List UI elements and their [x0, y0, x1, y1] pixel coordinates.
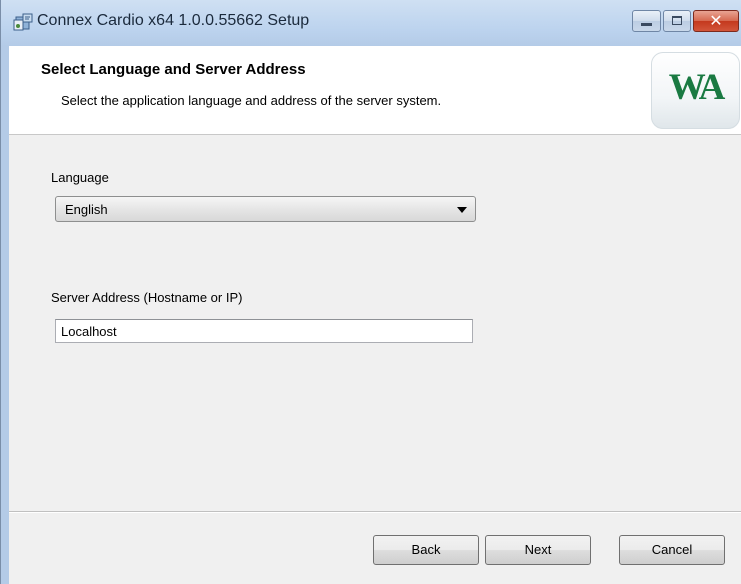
server-address-input[interactable]	[55, 319, 473, 343]
window-title: Connex Cardio x64 1.0.0.55662 Setup	[37, 12, 310, 29]
minimize-button[interactable]	[632, 10, 661, 32]
wizard-footer: Back Next Cancel	[9, 512, 741, 584]
logo-text: WA	[668, 67, 726, 108]
title-bar[interactable]: Connex Cardio x64 1.0.0.55662 Setup ✕	[1, 0, 741, 46]
minimize-icon	[641, 23, 652, 26]
page-title: Select Language and Server Address	[41, 61, 306, 78]
company-logo: WA	[651, 52, 740, 129]
language-label: Language	[51, 170, 109, 185]
maximize-icon	[672, 16, 682, 25]
close-icon: ✕	[709, 11, 723, 30]
back-button[interactable]: Back	[373, 535, 479, 565]
language-select[interactable]: English	[55, 196, 476, 222]
setup-window: Connex Cardio x64 1.0.0.55662 Setup ✕ Se…	[0, 0, 741, 584]
close-button[interactable]: ✕	[693, 10, 739, 32]
chevron-down-icon	[457, 207, 467, 213]
page-subtitle: Select the application language and addr…	[61, 93, 442, 108]
next-button[interactable]: Next	[485, 535, 591, 565]
cancel-button[interactable]: Cancel	[619, 535, 725, 565]
server-address-label: Server Address (Hostname or IP)	[51, 290, 243, 305]
wizard-header: Select Language and Server Address Selec…	[9, 46, 741, 135]
maximize-button[interactable]	[663, 10, 691, 32]
wizard-body: Language English Server Address (Hostnam…	[9, 135, 741, 512]
installer-icon	[13, 13, 33, 31]
language-selected-value: English	[65, 202, 108, 217]
